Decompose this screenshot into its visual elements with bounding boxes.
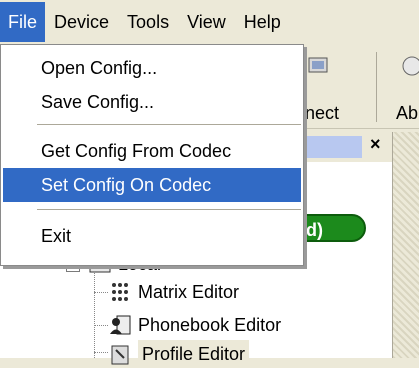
menu-separator	[37, 209, 301, 210]
tree-item-phonebook-editor[interactable]: Phonebook Editor	[108, 311, 281, 339]
tree-item-label: Matrix Editor	[138, 282, 240, 302]
menu-device[interactable]: Device	[45, 2, 118, 42]
menu-item-exit[interactable]: Exit	[3, 219, 301, 253]
connect-button[interactable]: nect	[300, 44, 370, 128]
menu-view[interactable]: View	[178, 2, 235, 42]
editor-area	[392, 132, 419, 358]
tree-item-label: Phonebook Editor	[138, 315, 282, 335]
tree-connector	[94, 292, 108, 293]
menu-item-save-config[interactable]: Save Config...	[3, 85, 301, 119]
file-menu-dropdown: Open Config... Save Config... Get Config…	[0, 44, 304, 266]
about-icon	[402, 56, 419, 76]
tree-connector	[94, 352, 108, 353]
toolbar-separator	[376, 52, 377, 122]
menu-help[interactable]: Help	[235, 2, 290, 42]
menu-item-open-config[interactable]: Open Config...	[3, 51, 301, 85]
connect-icon	[308, 57, 328, 73]
menu-file[interactable]: File	[0, 2, 46, 42]
menu-item-get-config-from-codec[interactable]: Get Config From Codec	[3, 134, 301, 168]
phonebook-icon	[110, 315, 131, 335]
profile-icon	[111, 345, 129, 365]
tree-connector	[94, 270, 95, 358]
menu-separator	[37, 124, 301, 125]
about-button[interactable]: Ab	[392, 44, 419, 128]
menu-item-set-config-on-codec[interactable]: Set Config On Codec	[3, 168, 301, 202]
menu-tools[interactable]: Tools	[118, 2, 178, 42]
matrix-icon	[112, 283, 128, 301]
tree-item-matrix-editor[interactable]: Matrix Editor	[108, 278, 239, 306]
connect-label: nect	[305, 103, 340, 123]
menu-bar: File Device Tools View Help	[0, 0, 419, 44]
about-label: Ab	[396, 103, 419, 123]
tree-connector	[94, 325, 108, 326]
close-icon[interactable]: ×	[370, 134, 381, 155]
tree-item-profile-editor[interactable]: Profile Editor	[108, 340, 250, 368]
tree-item-label: Profile Editor	[138, 340, 250, 368]
